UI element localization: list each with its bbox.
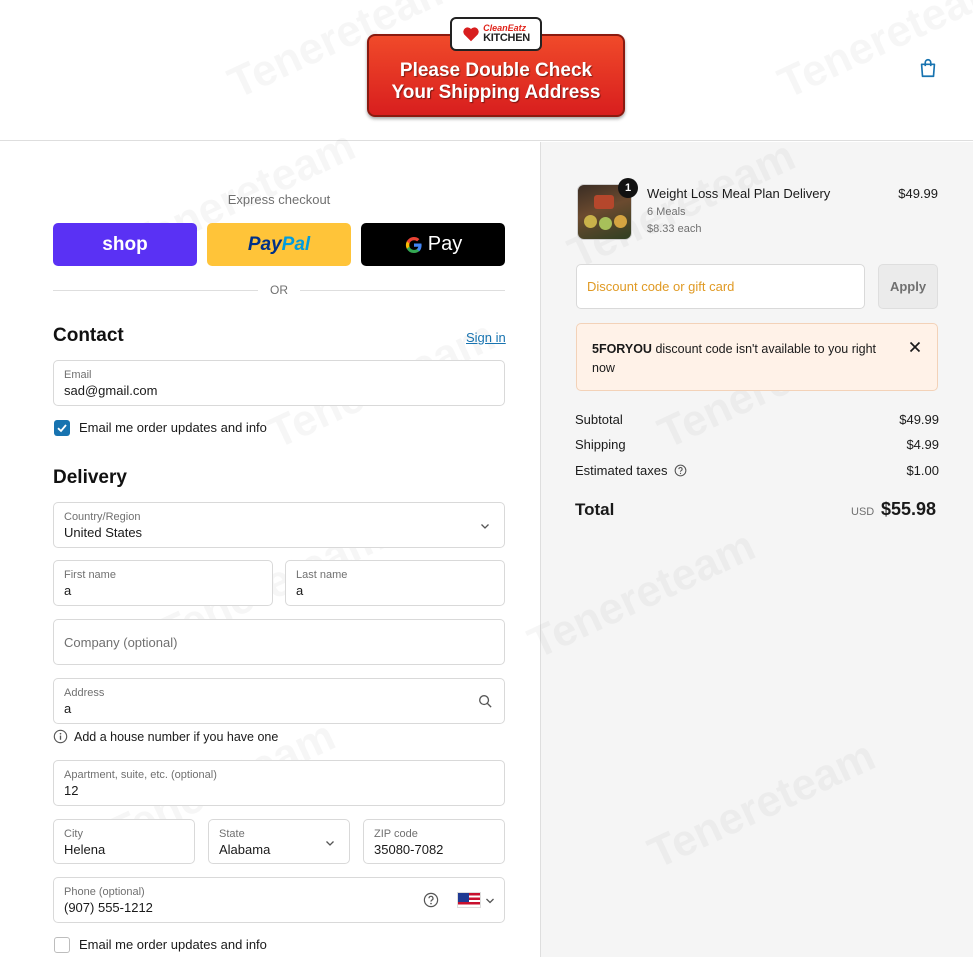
apartment-value: 12 [64,783,79,798]
us-flag-icon[interactable] [457,892,481,908]
brand-badge: CleanEatz KITCHEN [450,17,542,51]
company-field[interactable]: Company (optional) [53,619,505,665]
phone-field[interactable]: Phone (optional) (907) 555-1212 [53,877,505,923]
subtotal-value: $49.99 [899,412,939,427]
address-hint: Add a house number if you have one [53,729,278,744]
total-label: Total [575,500,615,519]
taxes-label: Estimated taxes [575,463,668,478]
chevron-down-icon [486,898,494,904]
or-divider: OR [53,282,505,298]
state-value: Alabama [219,842,271,857]
last-name-value: a [296,583,304,598]
meal-box [594,195,614,209]
checkmark-icon [57,424,67,433]
google-pay-label: Pay [427,233,463,255]
last-name-field[interactable]: Last name a [285,560,505,606]
email-field[interactable]: Email sad@gmail.com [53,360,505,406]
product-unit-price: $8.33 each [647,223,702,235]
total-value: $55.98 [881,499,937,519]
store-logo[interactable]: CleanEatz KITCHEN Please Double Check Yo… [367,16,625,118]
sign-in-link[interactable]: Sign in [466,330,506,345]
chevron-down-icon [481,524,489,529]
shop-pay-label: shop [102,233,148,255]
or-label: OR [270,283,288,297]
city-value: Helena [64,842,106,857]
city-field[interactable]: City Helena [53,819,195,864]
first-name-value: a [64,583,72,598]
info-icon [53,729,68,744]
address-hint-text: Add a house number if you have one [74,729,279,744]
email-value: sad@gmail.com [64,383,158,398]
zip-field[interactable]: ZIP code 35080-7082 [363,819,505,864]
discount-code: 5FORYOU [592,342,652,356]
product-variant: 6 Meals [647,206,686,218]
help-icon[interactable] [423,892,439,908]
flag-canton [458,893,469,902]
paypal-label-a: Pay [247,233,282,255]
last-name-label: Last name [296,569,348,581]
discount-error-alert: 5FORYOU discount code isn't available to… [576,323,938,391]
address-value: a [64,701,72,716]
zip-label: ZIP code [374,828,418,840]
close-icon[interactable] [909,341,921,353]
banner-line-1: Please Double Check [399,59,593,81]
google-pay-button[interactable]: Pay [361,223,505,266]
country-label: Country/Region [64,511,141,523]
city-label: City [64,828,83,840]
product-price: $49.99 [898,186,938,201]
express-checkout-title: Express checkout [227,192,331,207]
country-value: United States [64,525,143,540]
taxes-value: $1.00 [906,463,939,478]
apartment-field[interactable]: Apartment, suite, etc. (optional) 12 [53,760,505,806]
contact-heading: Contact [53,325,124,346]
phone-value: (907) 555-1212 [64,900,153,915]
delivery-updates-label: Email me order updates and info [79,937,267,952]
first-name-label: First name [64,569,116,581]
contact-updates-label: Email me order updates and info [79,420,267,435]
google-g-icon [405,236,422,253]
state-label: State [219,828,245,840]
state-select[interactable]: State Alabama [208,819,350,864]
address-label: Address [64,687,105,699]
paypal-button[interactable]: Pay Pal [207,223,351,266]
phone-label: Phone (optional) [64,886,145,898]
quantity-badge: 1 [618,178,638,198]
banner-line-2: Your Shipping Address [391,81,601,103]
email-label: Email [64,369,92,381]
meal-container [584,215,597,228]
paypal-label-b: Pal [281,233,311,255]
discount-placeholder: Discount code or gift card [587,279,735,294]
company-placeholder: Company (optional) [64,635,178,650]
alert-message: 5FORYOU discount code isn't available to… [592,340,882,378]
delivery-updates-checkbox[interactable] [54,937,70,953]
address-field[interactable]: Address a [53,678,505,724]
site-header: CleanEatz KITCHEN Please Double Check Yo… [0,0,973,141]
discount-code-input[interactable]: Discount code or gift card [576,264,865,309]
product-name: Weight Loss Meal Plan Delivery [647,186,831,201]
brand-name-bottom: KITCHEN [483,32,530,44]
shop-pay-button[interactable]: shop [53,223,197,266]
subtotal-label: Subtotal [575,412,623,427]
shipping-label: Shipping [575,437,626,452]
meal-container [614,215,627,228]
country-select[interactable]: Country/Region United States [53,502,505,548]
chevron-down-icon [326,841,334,846]
shopping-bag-icon[interactable] [917,57,939,79]
search-icon[interactable] [478,694,493,709]
zip-value: 35080-7082 [374,842,444,857]
apply-discount-button[interactable]: Apply [878,264,938,309]
meal-container [599,217,612,230]
taxes-label-wrap: Estimated taxes [575,463,687,478]
apartment-label: Apartment, suite, etc. (optional) [64,769,217,781]
first-name-field[interactable]: First name a [53,560,273,606]
contact-updates-checkbox[interactable] [54,420,70,436]
delivery-heading: Delivery [53,467,127,488]
help-icon[interactable] [674,464,687,477]
shipping-value: $4.99 [906,437,939,452]
heart-icon [463,27,479,42]
total-currency: USD [851,506,875,518]
